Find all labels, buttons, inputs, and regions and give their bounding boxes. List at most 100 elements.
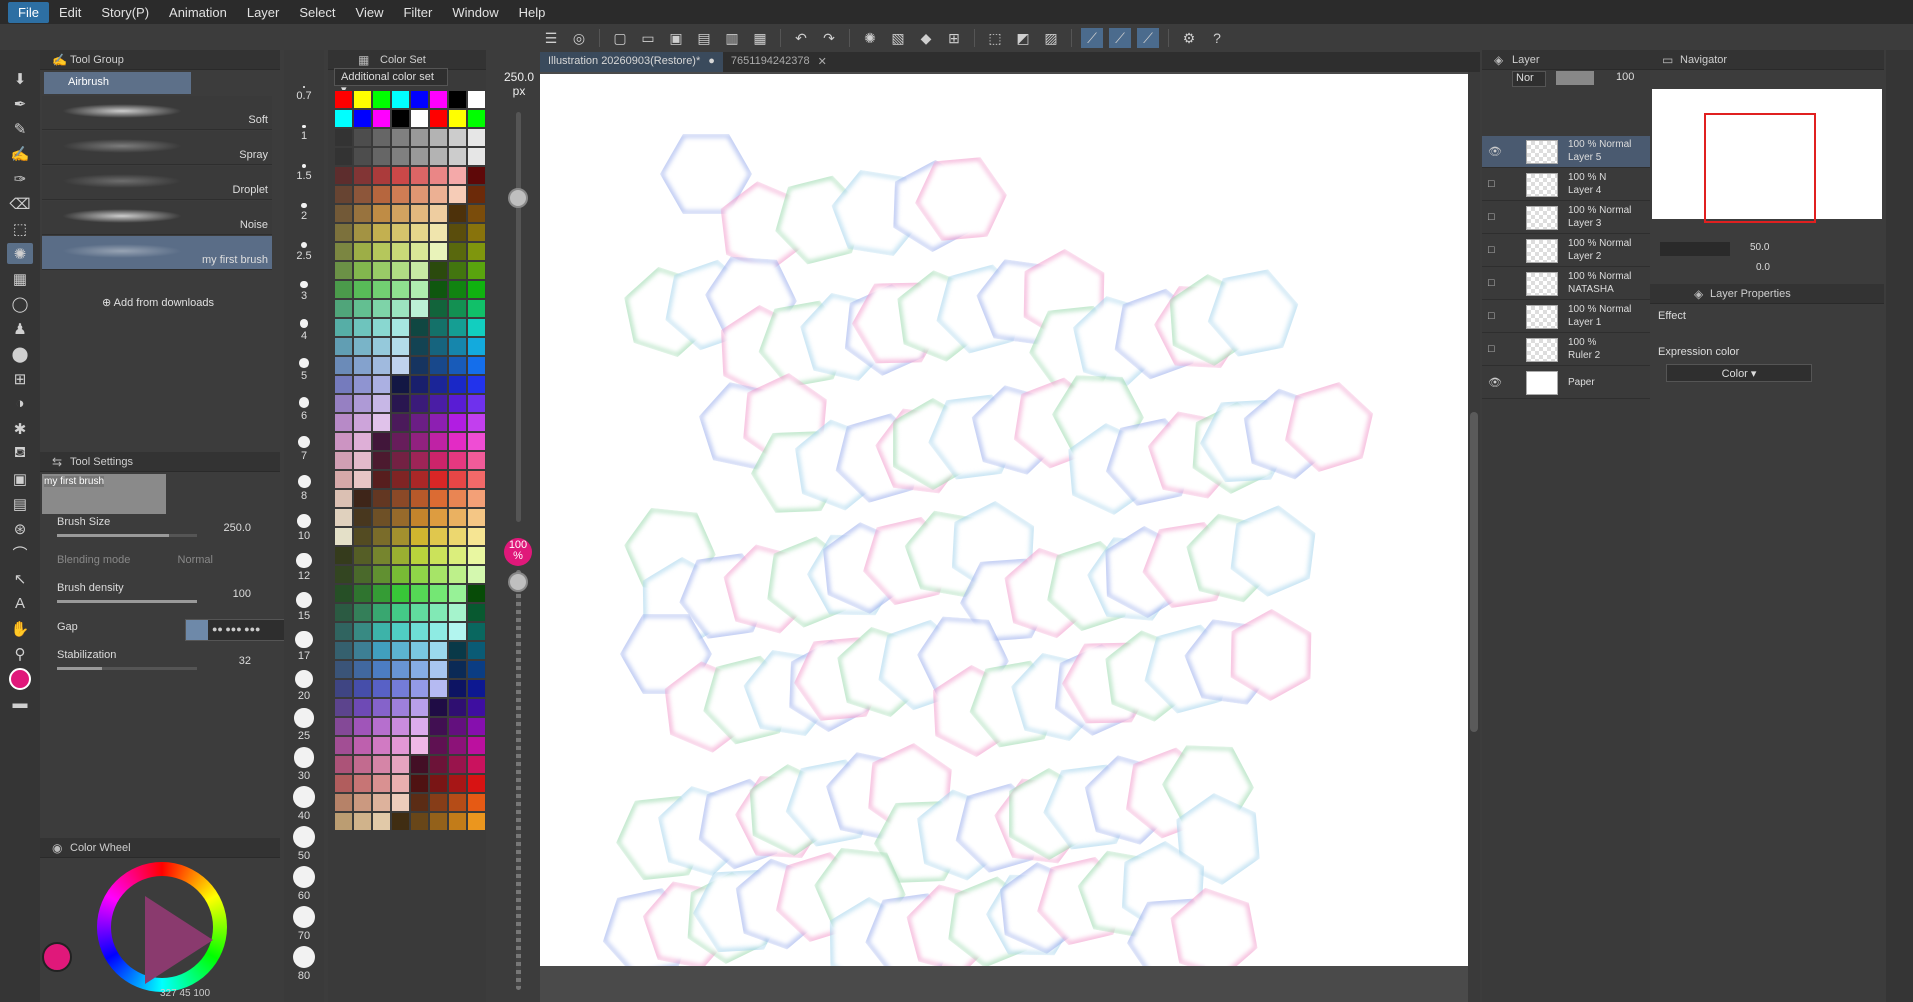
- color-swatch[interactable]: [467, 641, 486, 660]
- lasso-tool-icon[interactable]: ◯: [7, 293, 33, 314]
- color-swatch[interactable]: [429, 128, 448, 147]
- color-swatch[interactable]: [410, 508, 429, 527]
- color-swatch[interactable]: [429, 736, 448, 755]
- brush-size-preset[interactable]: 4: [284, 330, 324, 342]
- color-swatch[interactable]: [391, 356, 410, 375]
- menu-layer[interactable]: Layer: [237, 2, 290, 23]
- color-swatch[interactable]: [467, 527, 486, 546]
- color-swatch[interactable]: [353, 527, 372, 546]
- color-swatch[interactable]: [372, 204, 391, 223]
- color-swatch[interactable]: [448, 318, 467, 337]
- color-swatch[interactable]: [410, 394, 429, 413]
- color-swatch[interactable]: [467, 356, 486, 375]
- color-swatch[interactable]: [353, 793, 372, 812]
- color-swatch[interactable]: [372, 698, 391, 717]
- color-swatch[interactable]: [372, 109, 391, 128]
- color-swatch[interactable]: [353, 185, 372, 204]
- color-swatch[interactable]: [429, 698, 448, 717]
- color-swatch[interactable]: [467, 489, 486, 508]
- color-swatch[interactable]: [410, 565, 429, 584]
- brush-size-slider[interactable]: [57, 534, 197, 537]
- brush-size-preset[interactable]: 7: [284, 450, 324, 462]
- stabilization-row[interactable]: Stabilization 32: [57, 647, 273, 670]
- color-swatch[interactable]: [353, 280, 372, 299]
- color-swatch[interactable]: [391, 546, 410, 565]
- color-swatch[interactable]: [467, 736, 486, 755]
- color-swatch[interactable]: [429, 622, 448, 641]
- color-swatch[interactable]: [353, 394, 372, 413]
- color-swatch[interactable]: [448, 375, 467, 394]
- color-swatch[interactable]: [467, 109, 486, 128]
- color-swatch[interactable]: [334, 147, 353, 166]
- color-swatch[interactable]: [391, 299, 410, 318]
- color-swatch[interactable]: [334, 470, 353, 489]
- color-swatch[interactable]: [334, 565, 353, 584]
- operation-tool-icon[interactable]: ⬇: [7, 68, 33, 89]
- brush-size-preset[interactable]: 60: [284, 890, 324, 902]
- color-swatch[interactable]: [391, 185, 410, 204]
- color-swatch[interactable]: [372, 603, 391, 622]
- visibility-icon[interactable]: □: [1488, 178, 1495, 190]
- color-swatch[interactable]: [353, 470, 372, 489]
- brush-size-preset[interactable]: 3: [284, 290, 324, 302]
- navigator-preview[interactable]: [1652, 89, 1882, 223]
- color-swatch[interactable]: [372, 413, 391, 432]
- color-swatch[interactable]: [353, 660, 372, 679]
- navigator-view-rect[interactable]: [1704, 113, 1816, 223]
- color-swatch[interactable]: [410, 679, 429, 698]
- main-color-icon[interactable]: [7, 667, 33, 690]
- menu-animation[interactable]: Animation: [159, 2, 237, 23]
- color-swatch[interactable]: [467, 261, 486, 280]
- color-swatch[interactable]: [429, 261, 448, 280]
- color-swatch[interactable]: [391, 641, 410, 660]
- color-swatch[interactable]: [448, 470, 467, 489]
- settings-icon[interactable]: ⚙: [1178, 28, 1200, 48]
- new-file-icon[interactable]: ▢: [609, 28, 631, 48]
- color-swatch[interactable]: [429, 470, 448, 489]
- brush-size-preset[interactable]: 1.5: [284, 170, 324, 182]
- brush-size-preset[interactable]: 50: [284, 850, 324, 862]
- layer-row[interactable]: □ 100 % N Layer 4: [1482, 169, 1650, 201]
- size-slider-track[interactable]: [516, 112, 521, 522]
- color-swatch[interactable]: [410, 470, 429, 489]
- color-swatch[interactable]: [448, 584, 467, 603]
- color-swatch[interactable]: [467, 508, 486, 527]
- size-slider-knob[interactable]: [508, 188, 528, 208]
- color-swatch[interactable]: [429, 755, 448, 774]
- color-swatch[interactable]: [372, 451, 391, 470]
- color-swatch[interactable]: [334, 736, 353, 755]
- color-swatch[interactable]: [429, 280, 448, 299]
- color-swatch[interactable]: [353, 242, 372, 261]
- color-swatch[interactable]: [334, 204, 353, 223]
- brush-size-preset[interactable]: 2: [284, 210, 324, 222]
- color-swatch[interactable]: [410, 261, 429, 280]
- color-swatch[interactable]: [391, 413, 410, 432]
- color-swatch[interactable]: [372, 375, 391, 394]
- color-swatch[interactable]: [448, 489, 467, 508]
- fill-icon[interactable]: ◆: [915, 28, 937, 48]
- color-swatch[interactable]: [334, 489, 353, 508]
- color-swatch[interactable]: [429, 204, 448, 223]
- color-swatch[interactable]: [372, 318, 391, 337]
- visibility-icon[interactable]: □: [1488, 244, 1495, 256]
- snap-ruler-icon[interactable]: ⟋: [1081, 28, 1103, 48]
- color-swatch[interactable]: [429, 584, 448, 603]
- color-swatch[interactable]: [391, 90, 410, 109]
- color-swatch[interactable]: [467, 280, 486, 299]
- color-swatch[interactable]: [410, 185, 429, 204]
- visibility-icon[interactable]: □: [1488, 211, 1495, 223]
- close-icon[interactable]: ●: [708, 55, 715, 69]
- color-swatch[interactable]: [334, 128, 353, 147]
- color-swatch[interactable]: [391, 128, 410, 147]
- gradient-tool-icon[interactable]: ▦: [7, 268, 33, 289]
- color-swatch[interactable]: [448, 299, 467, 318]
- color-swatch[interactable]: [334, 261, 353, 280]
- clip-studio-icon[interactable]: ◎: [568, 28, 590, 48]
- color-swatch[interactable]: [391, 660, 410, 679]
- color-swatch[interactable]: [334, 812, 353, 831]
- canvas-vertical-scrollbar[interactable]: [1468, 72, 1480, 1002]
- color-swatch[interactable]: [467, 337, 486, 356]
- color-swatch[interactable]: [410, 717, 429, 736]
- canvas-paper[interactable]: [540, 74, 1468, 966]
- color-swatch[interactable]: [334, 185, 353, 204]
